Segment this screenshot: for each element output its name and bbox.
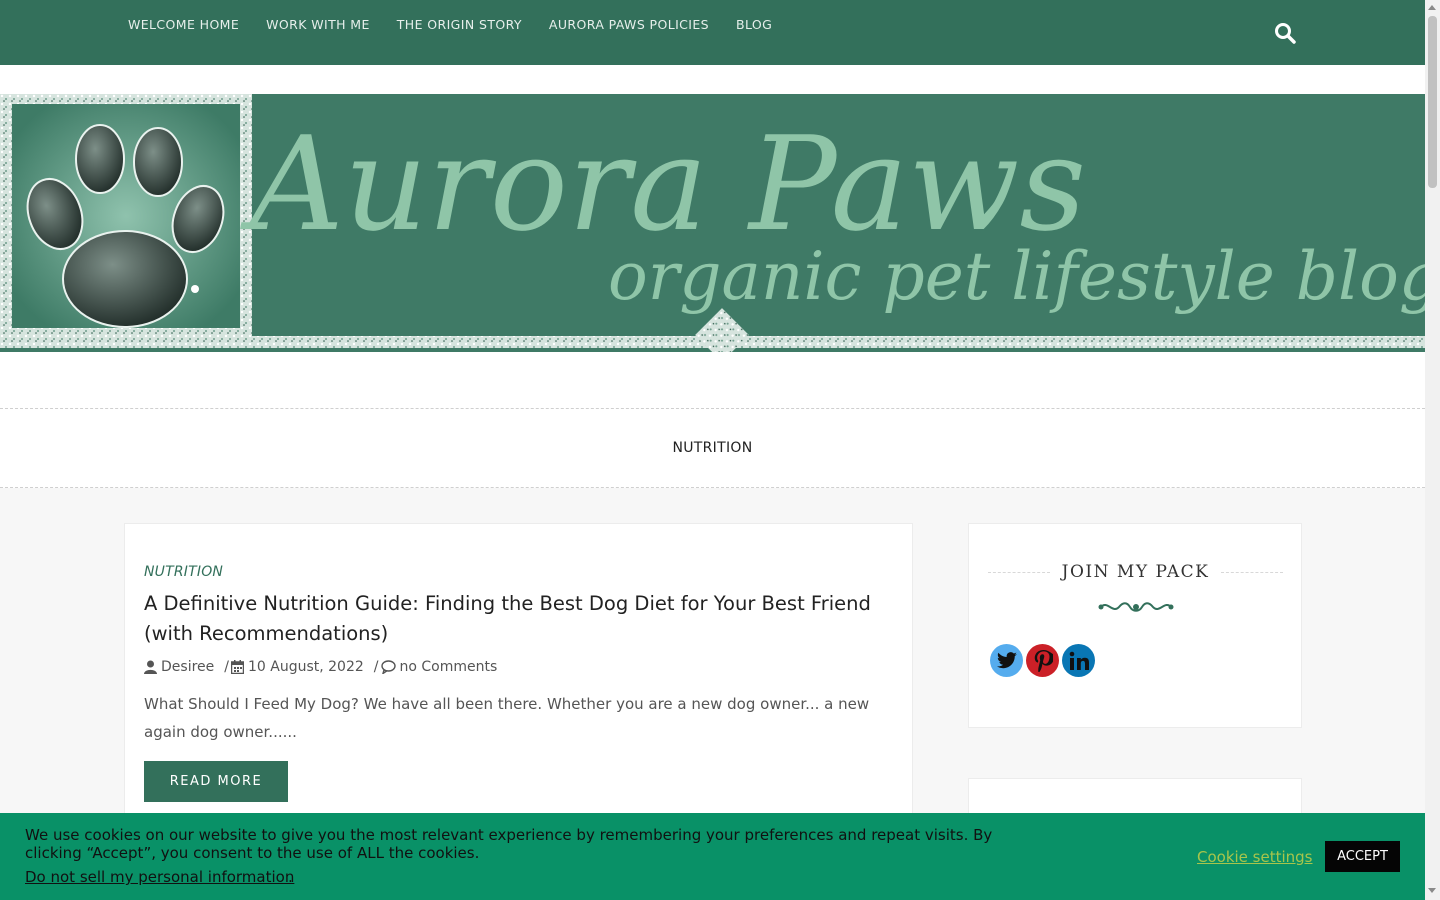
nav-item-blog[interactable]: BLOG xyxy=(736,17,772,32)
meta-separator: / xyxy=(373,659,379,675)
post-comments-link[interactable]: no Comments xyxy=(380,659,498,675)
post-date: 10 August, 2022 xyxy=(230,659,364,675)
cookie-message: We use cookies on our website to give yo… xyxy=(25,826,993,862)
post-meta: Desiree / 10 August, 2022 / no Comments xyxy=(144,659,507,675)
do-not-sell-link[interactable]: Do not sell my personal information xyxy=(25,868,294,886)
social-links xyxy=(990,644,1098,677)
page-title: NUTRITION xyxy=(672,440,753,456)
cookie-consent-bar: We use cookies on our website to give yo… xyxy=(0,813,1425,900)
post-title-link[interactable]: A Definitive Nutrition Guide: Finding th… xyxy=(144,589,904,649)
user-icon xyxy=(144,660,157,674)
post-excerpt: What Should I Feed My Dog? We have all b… xyxy=(144,695,870,741)
nav-menu: WELCOME HOME WORK WITH ME THE ORIGIN STO… xyxy=(128,17,799,32)
author-name: Desiree xyxy=(161,659,215,675)
widget-title: JOIN MY PACK xyxy=(1061,562,1210,582)
top-navigation: WELCOME HOME WORK WITH ME THE ORIGIN STO… xyxy=(0,0,1425,65)
accept-cookies-button[interactable]: ACCEPT xyxy=(1325,841,1400,872)
divider xyxy=(988,571,1050,573)
calendar-icon xyxy=(230,660,244,674)
flourish-ornament-icon xyxy=(1098,602,1174,612)
post-date-text: 10 August, 2022 xyxy=(247,659,364,675)
site-logo-banner[interactable]: Aurora Paws organic pet lifestyle blog xyxy=(0,94,1425,352)
divider xyxy=(1221,571,1283,573)
comments-count: no Comments xyxy=(399,659,498,675)
nav-item-policies[interactable]: AURORA PAWS POLICIES xyxy=(549,17,709,32)
nav-item-work-with-me[interactable]: WORK WITH ME xyxy=(266,17,370,32)
header-banner-area: Aurora Paws organic pet lifestyle blog xyxy=(0,65,1425,408)
svg-text:organic pet lifestyle blog: organic pet lifestyle blog xyxy=(608,238,1425,315)
scrollbar-thumb[interactable] xyxy=(1428,16,1437,188)
widget-header: JOIN MY PACK xyxy=(988,562,1283,582)
linkedin-icon[interactable] xyxy=(1062,644,1095,677)
post-author[interactable]: Desiree xyxy=(144,659,214,675)
join-my-pack-widget: JOIN MY PACK xyxy=(968,523,1302,728)
cookie-period: . xyxy=(288,868,293,886)
post-card: NUTRITION A Definitive Nutrition Guide: … xyxy=(124,523,913,853)
scroll-down-arrow-icon[interactable] xyxy=(1428,888,1436,893)
pinterest-icon[interactable] xyxy=(1026,644,1059,677)
nav-item-welcome-home[interactable]: WELCOME HOME xyxy=(128,17,239,32)
page-scrollbar[interactable] xyxy=(1425,0,1440,900)
scroll-up-arrow-icon[interactable] xyxy=(1428,5,1436,10)
comment-icon xyxy=(380,660,396,674)
twitter-icon[interactable] xyxy=(990,644,1023,677)
search-icon[interactable] xyxy=(1273,21,1297,45)
cookie-settings-link[interactable]: Cookie settings xyxy=(1197,848,1313,866)
meta-separator: / xyxy=(224,659,229,675)
read-more-button[interactable]: READ MORE xyxy=(144,761,288,802)
nav-item-origin-story[interactable]: THE ORIGIN STORY xyxy=(397,17,522,32)
category-header: NUTRITION xyxy=(0,408,1425,488)
post-category-link[interactable]: NUTRITION xyxy=(144,564,223,580)
